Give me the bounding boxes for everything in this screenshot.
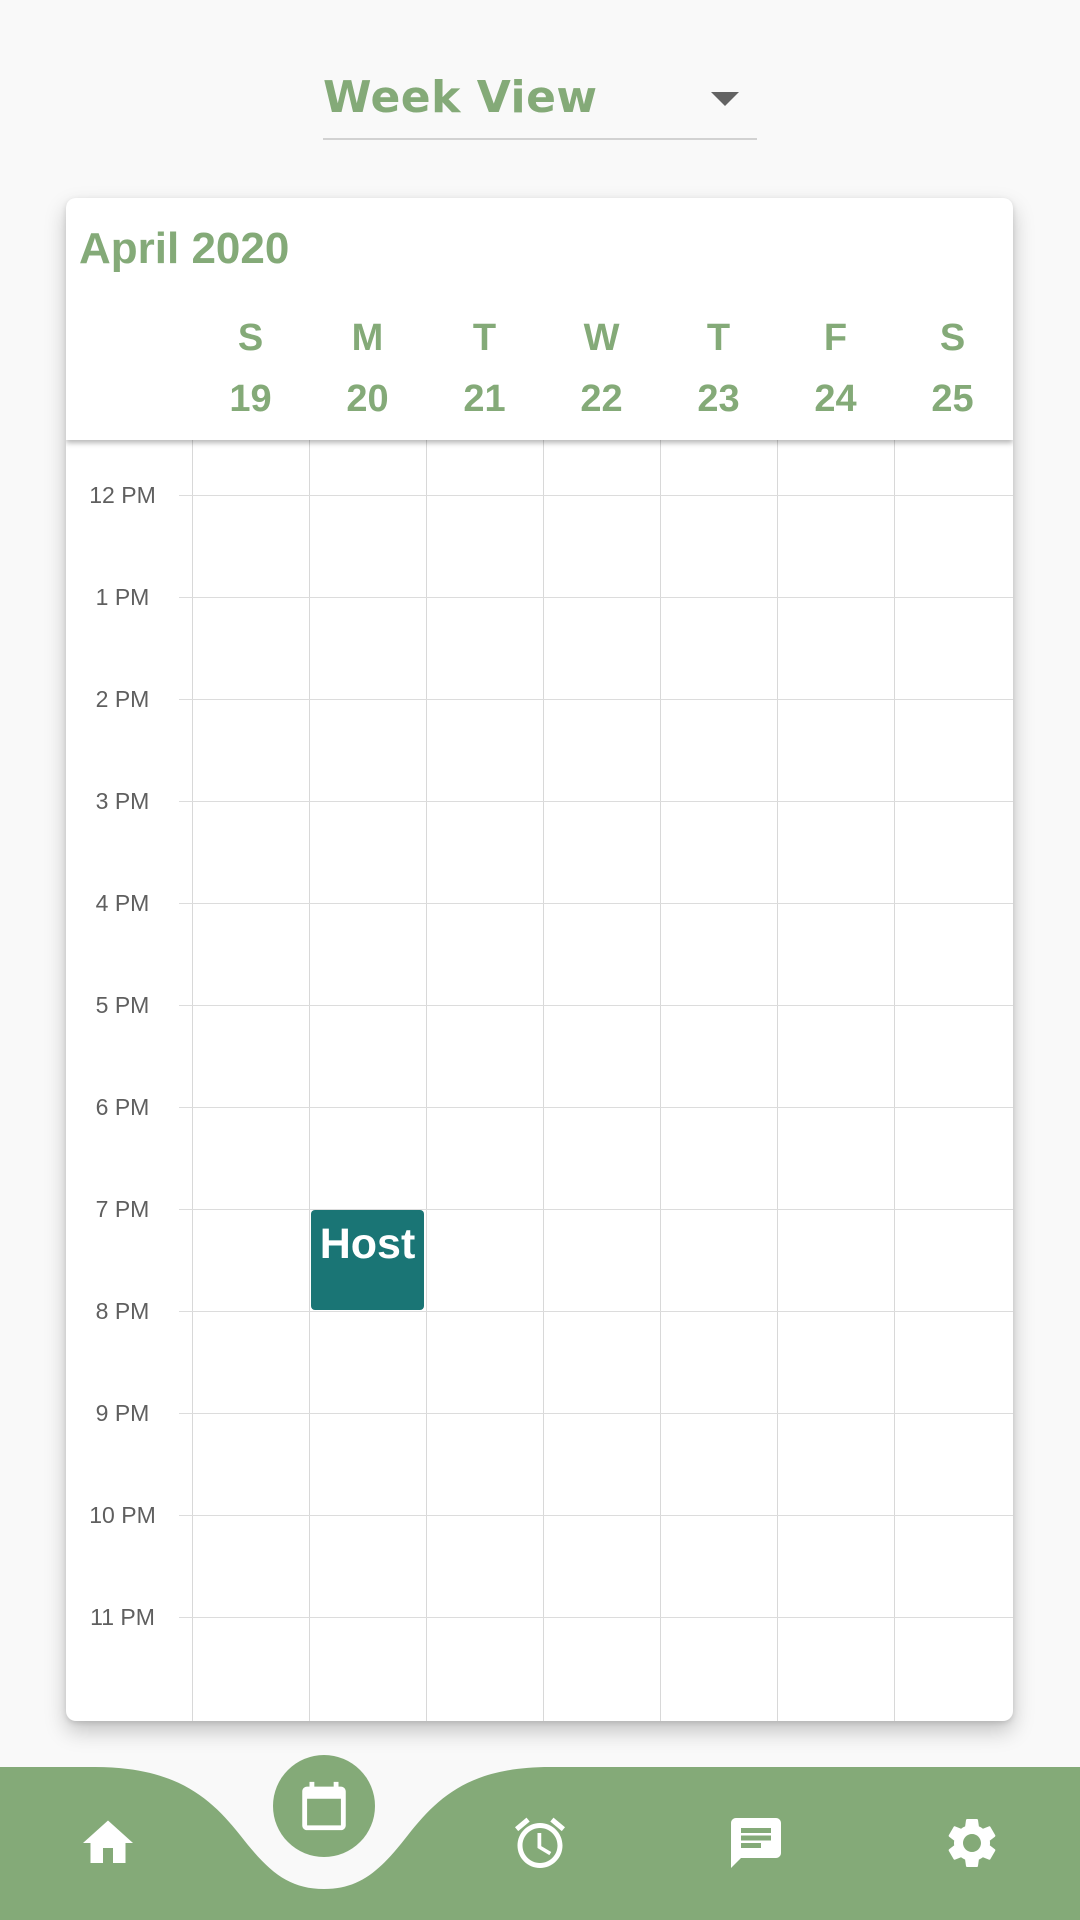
event-block[interactable]: Host <box>311 1210 424 1310</box>
calendar-header: April 2020 S 19 M 20 T 21 W 22 T 23 F 24… <box>66 198 1013 440</box>
view-dropdown-label: Week View <box>323 72 598 123</box>
hour-label: 11 PM <box>90 1604 155 1630</box>
hour-label: 4 PM <box>95 890 150 916</box>
day-header-24[interactable]: F 24 <box>777 316 894 421</box>
hour-line <box>179 1209 1013 1210</box>
day-of-week: S <box>237 317 264 359</box>
week-calendar-card: April 2020 S 19 M 20 T 21 W 22 T 23 F 24… <box>66 198 1013 1721</box>
nav-alarm-button[interactable] <box>500 1803 580 1883</box>
day-header-19[interactable]: S 19 <box>192 316 309 421</box>
day-of-month: 19 <box>229 378 272 420</box>
hour-line <box>179 1617 1013 1618</box>
day-divider <box>426 440 427 1721</box>
day-of-week: S <box>939 317 966 359</box>
time-grid[interactable]: 12 PM 1 PM 2 PM 3 PM 4 PM 5 PM 6 PM 7 PM… <box>66 440 1013 1721</box>
day-header-20[interactable]: M 20 <box>309 316 426 421</box>
day-divider <box>660 440 661 1721</box>
day-of-week: M <box>351 317 384 359</box>
calendar-icon <box>302 1781 346 1831</box>
hour-line <box>179 495 1013 496</box>
hour-label: 12 PM <box>89 482 156 508</box>
calendar-screen: Week View April 2020 S 19 M 20 T 21 W 22 <box>0 0 1080 1920</box>
hour-label: 10 PM <box>89 1502 156 1528</box>
day-of-month: 25 <box>931 378 974 420</box>
home-icon <box>83 1820 133 1863</box>
day-header-21[interactable]: T 21 <box>426 316 543 421</box>
alarm-clock-icon <box>515 1817 565 1868</box>
event-title: Host <box>319 1220 416 1268</box>
day-of-week: F <box>823 317 848 359</box>
hour-line <box>179 903 1013 904</box>
gear-icon <box>948 1819 996 1867</box>
chat-icon <box>731 1818 781 1868</box>
view-dropdown[interactable]: Week View <box>323 60 757 140</box>
hour-line <box>179 1515 1013 1516</box>
hour-label: 6 PM <box>95 1094 150 1120</box>
day-divider <box>777 440 778 1721</box>
nav-messages-button[interactable] <box>716 1803 796 1883</box>
hour-line <box>179 1107 1013 1108</box>
day-of-week: T <box>472 317 497 359</box>
day-of-month: 21 <box>463 378 506 420</box>
hour-line <box>179 801 1013 802</box>
day-of-week: W <box>583 317 620 359</box>
hour-label: 9 PM <box>95 1400 150 1426</box>
day-of-month: 22 <box>580 378 623 420</box>
day-of-month: 24 <box>814 378 857 420</box>
day-of-month: 23 <box>697 378 740 420</box>
hour-line <box>179 1413 1013 1414</box>
hour-label: 7 PM <box>95 1196 150 1222</box>
bottom-navigation-bar <box>0 1767 1080 1920</box>
day-header-23[interactable]: T 23 <box>660 316 777 421</box>
hour-label: 3 PM <box>95 788 150 814</box>
month-title: April 2020 <box>79 224 290 273</box>
day-header-25[interactable]: S 25 <box>894 316 1011 421</box>
day-divider <box>543 440 544 1721</box>
hour-line <box>179 699 1013 700</box>
hour-label: 5 PM <box>95 992 150 1018</box>
hour-line <box>179 1311 1013 1312</box>
hour-line <box>179 1005 1013 1006</box>
hour-label: 8 PM <box>95 1298 150 1324</box>
day-of-month: 20 <box>346 378 389 420</box>
nav-settings-button[interactable] <box>932 1803 1012 1883</box>
day-divider <box>192 440 193 1721</box>
day-of-week: T <box>706 317 731 359</box>
hour-label: 2 PM <box>95 686 150 712</box>
day-divider <box>894 440 895 1721</box>
nav-calendar-button[interactable] <box>273 1755 375 1857</box>
dropdown-caret-icon <box>711 92 739 106</box>
hour-line <box>179 597 1013 598</box>
hour-label: 1 PM <box>95 584 150 610</box>
nav-home-button[interactable] <box>68 1803 148 1883</box>
day-divider <box>309 440 310 1721</box>
day-header-22[interactable]: W 22 <box>543 316 660 421</box>
